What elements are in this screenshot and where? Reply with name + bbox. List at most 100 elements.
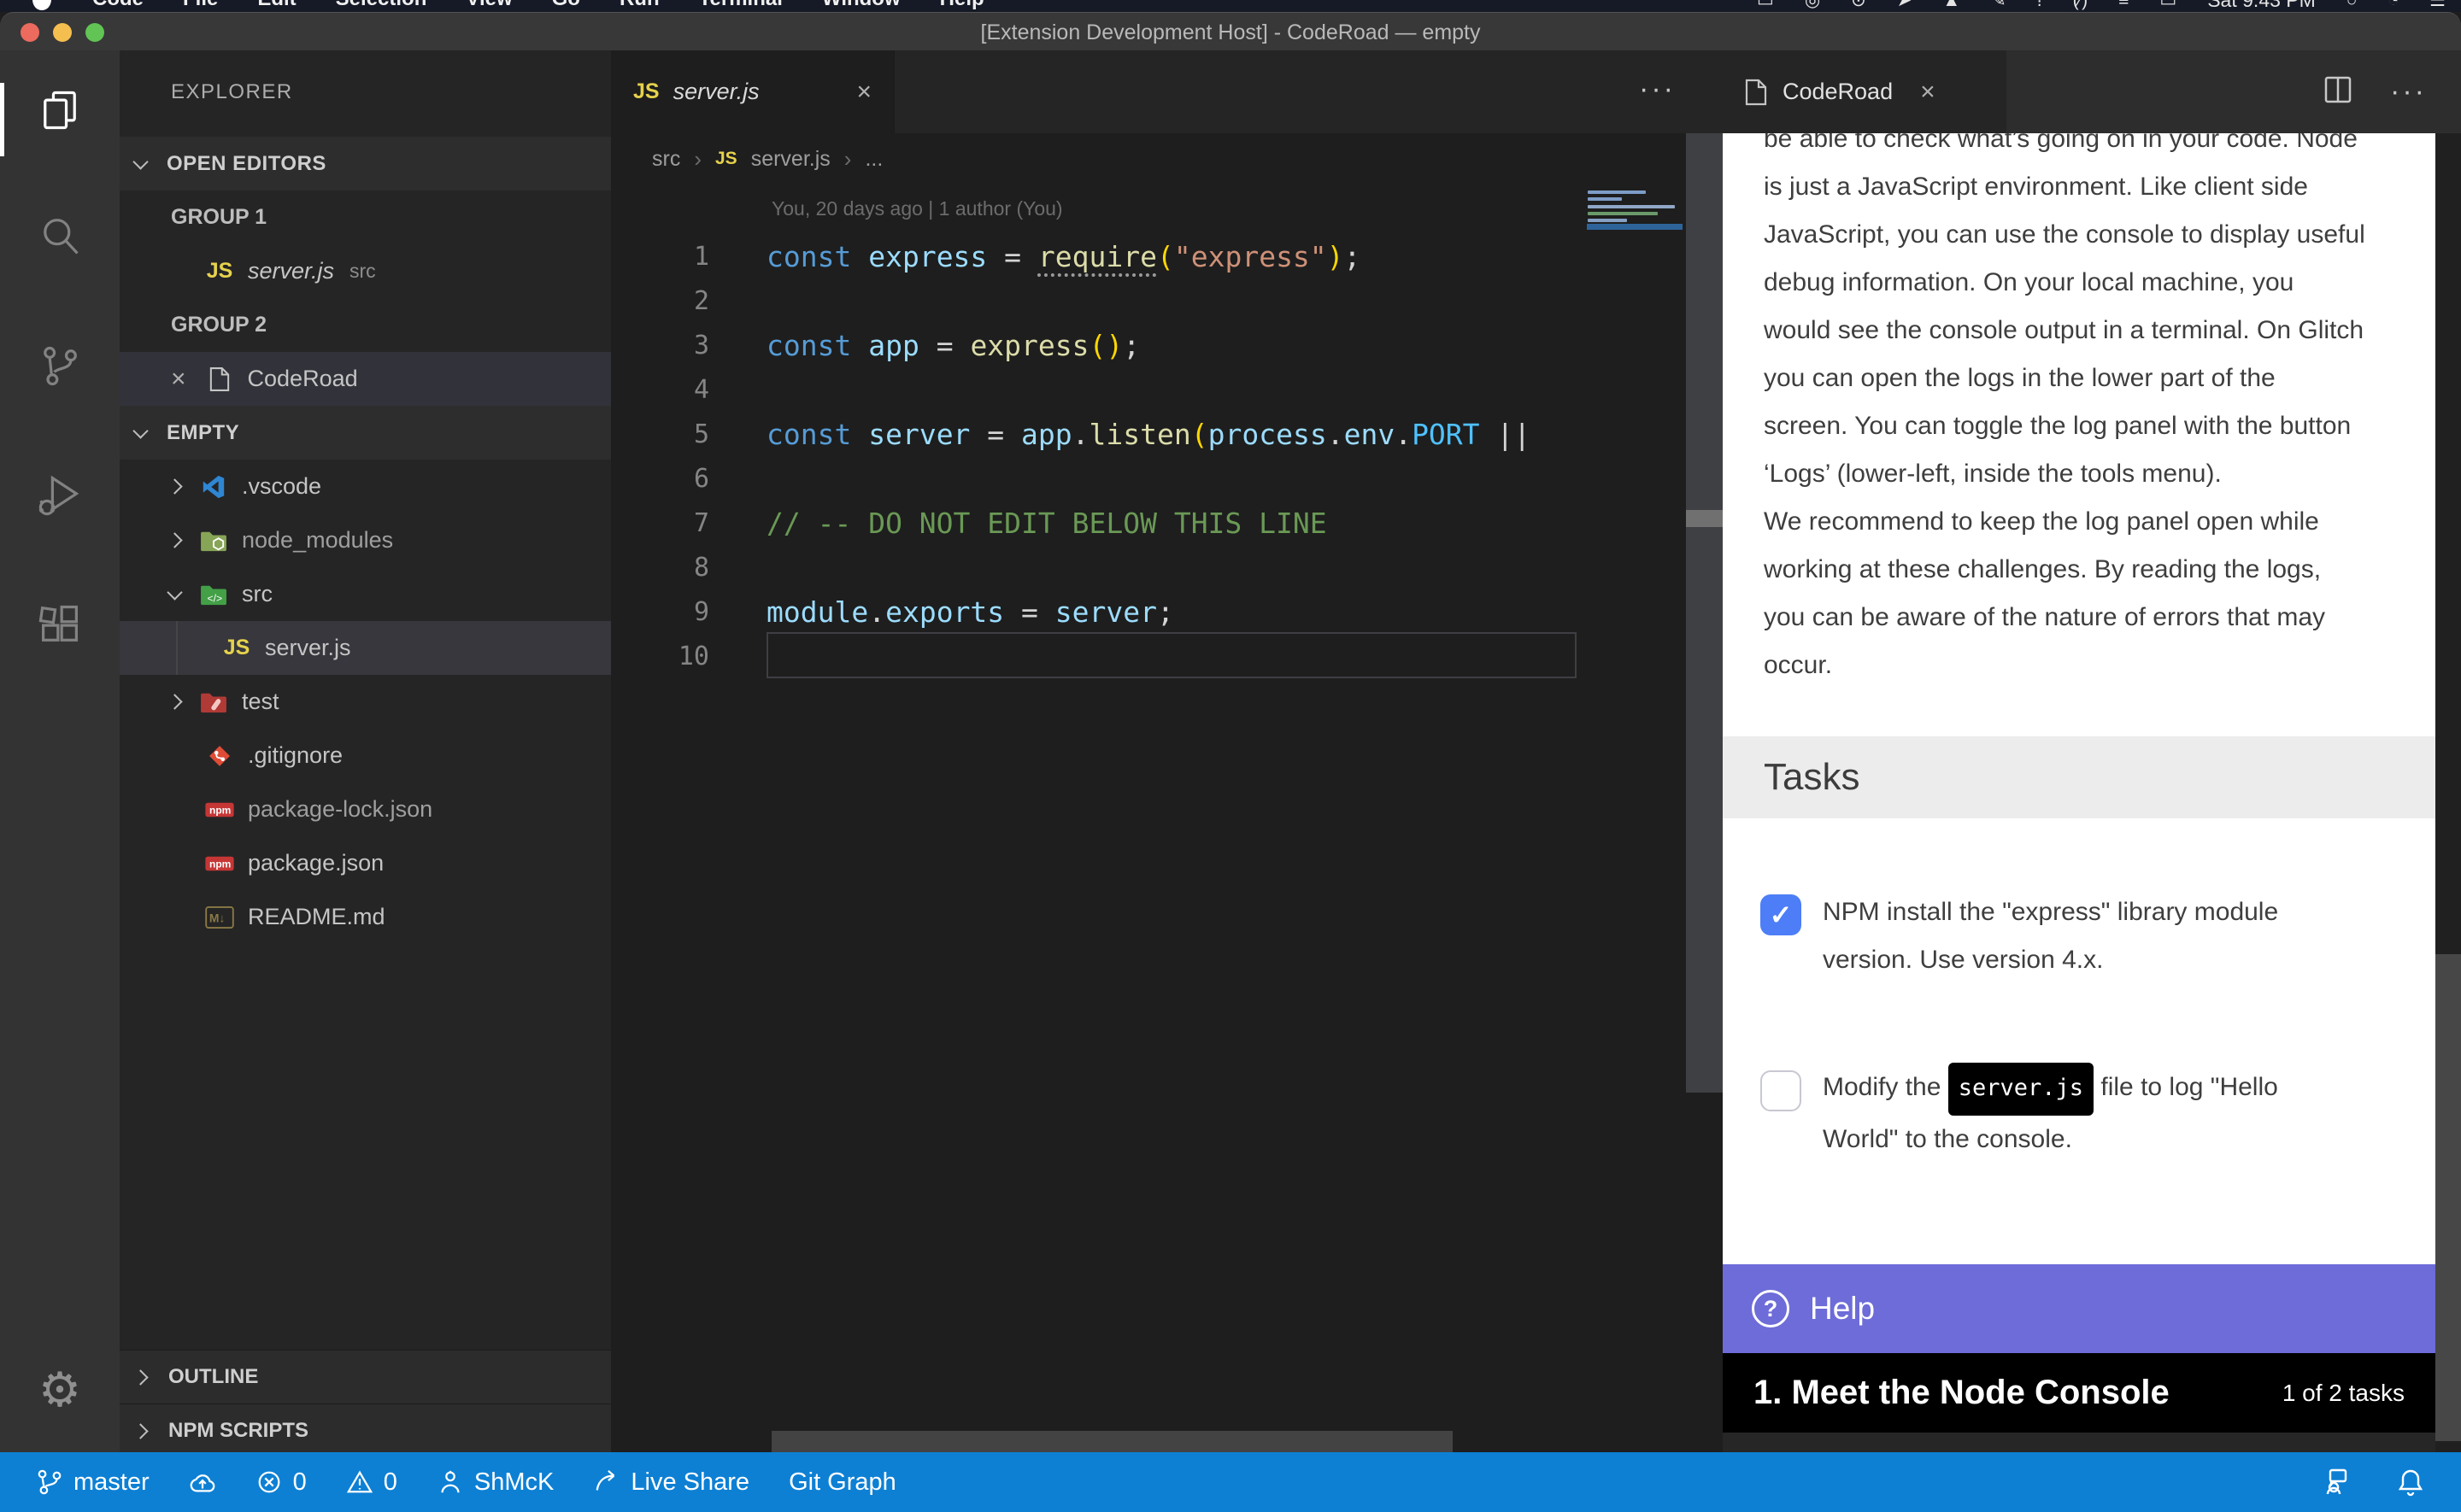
breadcrumb-item-server-js[interactable]: server.js bbox=[751, 147, 831, 172]
code-line-3[interactable]: 3const app = express(); bbox=[611, 323, 1585, 367]
code-line-2[interactable]: 2 bbox=[611, 278, 1585, 323]
tree-item-group-1[interactable]: GROUP 1 bbox=[120, 190, 611, 244]
section-header-open-editors[interactable]: OPEN EDITORS bbox=[120, 137, 611, 190]
section-header-outline[interactable]: OUTLINE bbox=[120, 1350, 611, 1404]
search-menu-icon[interactable]: ○ bbox=[2346, 0, 2358, 11]
task-checkbox-1[interactable]: ✓ bbox=[1760, 894, 1801, 935]
control-center-icon[interactable]: ◔ bbox=[2388, 0, 2399, 11]
status-item-sync[interactable] bbox=[189, 1468, 216, 1496]
explorer-title: EXPLORER bbox=[171, 80, 293, 104]
split-editor-icon[interactable] bbox=[2323, 75, 2352, 108]
menubar-status-icon[interactable]: ⁞ bbox=[2037, 0, 2042, 11]
breadcrumb-item-[interactable]: ... bbox=[865, 147, 883, 172]
settings-gear-button[interactable]: ⚙ bbox=[0, 1339, 120, 1441]
tree-item-test[interactable]: test bbox=[120, 675, 611, 729]
tree-item-gitignore[interactable]: .gitignore bbox=[120, 729, 611, 782]
menu-item-view[interactable]: View bbox=[466, 0, 512, 11]
chevron-down-icon[interactable] bbox=[167, 584, 182, 600]
close-icon[interactable]: × bbox=[171, 366, 186, 392]
chevron-right-icon[interactable] bbox=[167, 478, 182, 494]
menu-item-file[interactable]: File bbox=[183, 0, 218, 11]
menubar-clock[interactable]: Sat 9:43 PM bbox=[2207, 0, 2316, 12]
panel-more-icon[interactable]: ··· bbox=[2390, 75, 2427, 108]
lesson-footer-bar[interactable]: 1. Meet the Node Console 1 of 2 tasks bbox=[1723, 1353, 2435, 1433]
chevron-down-icon[interactable] bbox=[132, 423, 148, 438]
tree-item-node-modules[interactable]: node_modules bbox=[120, 513, 611, 567]
menubar-status-icon[interactable]: ◎ bbox=[1805, 0, 1820, 11]
chevron-right-icon[interactable] bbox=[167, 694, 182, 709]
gitlens-annotation[interactable]: You, 20 days ago | 1 author (You) bbox=[772, 197, 1063, 220]
menu-list-icon[interactable]: ☰ bbox=[2429, 0, 2446, 11]
tree-item-vscode[interactable]: .vscode bbox=[120, 460, 611, 513]
item-label: package.json bbox=[248, 850, 384, 876]
status-item-shmck[interactable]: ShMcK bbox=[437, 1468, 554, 1497]
tree-item-server-js[interactable]: JSserver.js bbox=[120, 621, 611, 675]
help-accordion-bar[interactable]: ? Help bbox=[1723, 1264, 2435, 1353]
status-item-git-graph[interactable]: Git Graph bbox=[789, 1468, 896, 1497]
code-line-5[interactable]: 5const server = app.listen(process.env.P… bbox=[611, 412, 1585, 456]
menubar-status-icon[interactable]: ▲ bbox=[1942, 0, 1960, 11]
sidebar-item-extensions[interactable] bbox=[0, 573, 120, 676]
tab-coderoad[interactable]: CodeRoad × bbox=[1723, 50, 2006, 133]
sidebar-item-search[interactable] bbox=[0, 185, 120, 287]
menu-item-run[interactable]: Run bbox=[620, 0, 660, 11]
code-line-6[interactable]: 6 bbox=[611, 456, 1585, 501]
editor-actions-more-icon[interactable]: ··· bbox=[1639, 73, 1676, 106]
menu-item-help[interactable]: Help bbox=[940, 0, 984, 11]
code-line-9[interactable]: 9module.exports = server; bbox=[611, 589, 1585, 634]
menu-item-code[interactable]: Code bbox=[92, 0, 144, 11]
close-tab-icon[interactable]: × bbox=[856, 79, 872, 105]
chevron-right-icon[interactable] bbox=[132, 1369, 148, 1385]
tab-server-js[interactable]: JS server.js × bbox=[611, 50, 895, 133]
menu-item-go[interactable]: Go bbox=[552, 0, 580, 11]
webview-scrollbar-handle[interactable] bbox=[2435, 954, 2461, 1441]
status-item-0[interactable]: 0 bbox=[255, 1468, 307, 1497]
tree-item-package-json[interactable]: npmpackage.json bbox=[120, 836, 611, 890]
section-header-empty[interactable]: EMPTY bbox=[120, 406, 611, 460]
code-line-1[interactable]: 1const express = require("express"); bbox=[611, 234, 1585, 278]
minimap-line bbox=[1588, 197, 1622, 201]
menu-item-selection[interactable]: Selection bbox=[336, 0, 427, 11]
code-line-4[interactable]: 4 bbox=[611, 367, 1585, 412]
close-tab-icon[interactable]: × bbox=[1920, 79, 1935, 105]
chevron-down-icon[interactable] bbox=[132, 154, 148, 169]
breadcrumb-item-src[interactable]: src bbox=[652, 147, 680, 172]
menu-item-terminal[interactable]: Terminal bbox=[699, 0, 783, 11]
md-icon: M↓ bbox=[203, 903, 236, 932]
feedback-icon[interactable] bbox=[2319, 1468, 2348, 1497]
sidebar-item-source-control[interactable] bbox=[0, 314, 120, 417]
code-line-8[interactable]: 8 bbox=[611, 545, 1585, 589]
menubar-status-icon[interactable]: (∕) bbox=[2073, 0, 2088, 11]
item-label: .vscode bbox=[242, 473, 321, 500]
chevron-right-icon[interactable] bbox=[132, 1423, 148, 1439]
tree-item-readme-md[interactable]: M↓README.md bbox=[120, 890, 611, 944]
editor-scrollbar-track[interactable] bbox=[1686, 133, 1723, 1093]
status-item-master[interactable]: master bbox=[36, 1468, 150, 1497]
sidebar-item-run-and-debug[interactable] bbox=[0, 443, 120, 546]
task-checkbox-2[interactable] bbox=[1760, 1070, 1801, 1111]
menubar-status-icon[interactable]: ✎ bbox=[1991, 0, 2006, 11]
sidebar-item-explorer[interactable] bbox=[0, 59, 120, 161]
section-header-npm-scripts[interactable]: NPM SCRIPTS bbox=[120, 1404, 611, 1452]
menu-item-edit[interactable]: Edit bbox=[257, 0, 296, 11]
menubar-status-icon[interactable]: ▭ bbox=[1757, 0, 1774, 11]
menubar-status-icon[interactable]: ▭ bbox=[2159, 0, 2176, 11]
tree-item-src[interactable]: </>src bbox=[120, 567, 611, 621]
editor-scrollbar-handle[interactable] bbox=[1686, 510, 1723, 527]
apple-logo-icon[interactable] bbox=[32, 0, 51, 10]
horizontal-scrollbar[interactable] bbox=[772, 1431, 1453, 1452]
bell-icon[interactable] bbox=[2396, 1468, 2425, 1497]
menu-item-window[interactable]: Window bbox=[822, 0, 901, 11]
status-item-0[interactable]: 0 bbox=[346, 1468, 397, 1497]
tree-item-coderoad[interactable]: ×CodeRoad bbox=[120, 352, 611, 406]
menubar-status-icon[interactable]: ≡ bbox=[2118, 0, 2129, 11]
menubar-status-icon[interactable]: ➤ bbox=[1897, 0, 1912, 11]
tree-item-server-js[interactable]: JSserver.jssrc bbox=[120, 244, 611, 298]
minimap[interactable] bbox=[1587, 187, 1685, 1383]
status-item-live-share[interactable]: Live Share bbox=[593, 1468, 749, 1497]
menubar-status-icon[interactable]: ⊙ bbox=[1851, 0, 1866, 11]
tree-item-package-lock-json[interactable]: npmpackage-lock.json bbox=[120, 782, 611, 836]
tree-item-group-2[interactable]: GROUP 2 bbox=[120, 298, 611, 352]
code-line-7[interactable]: 7// -- DO NOT EDIT BELOW THIS LINE bbox=[611, 501, 1585, 545]
chevron-right-icon[interactable] bbox=[167, 532, 182, 548]
